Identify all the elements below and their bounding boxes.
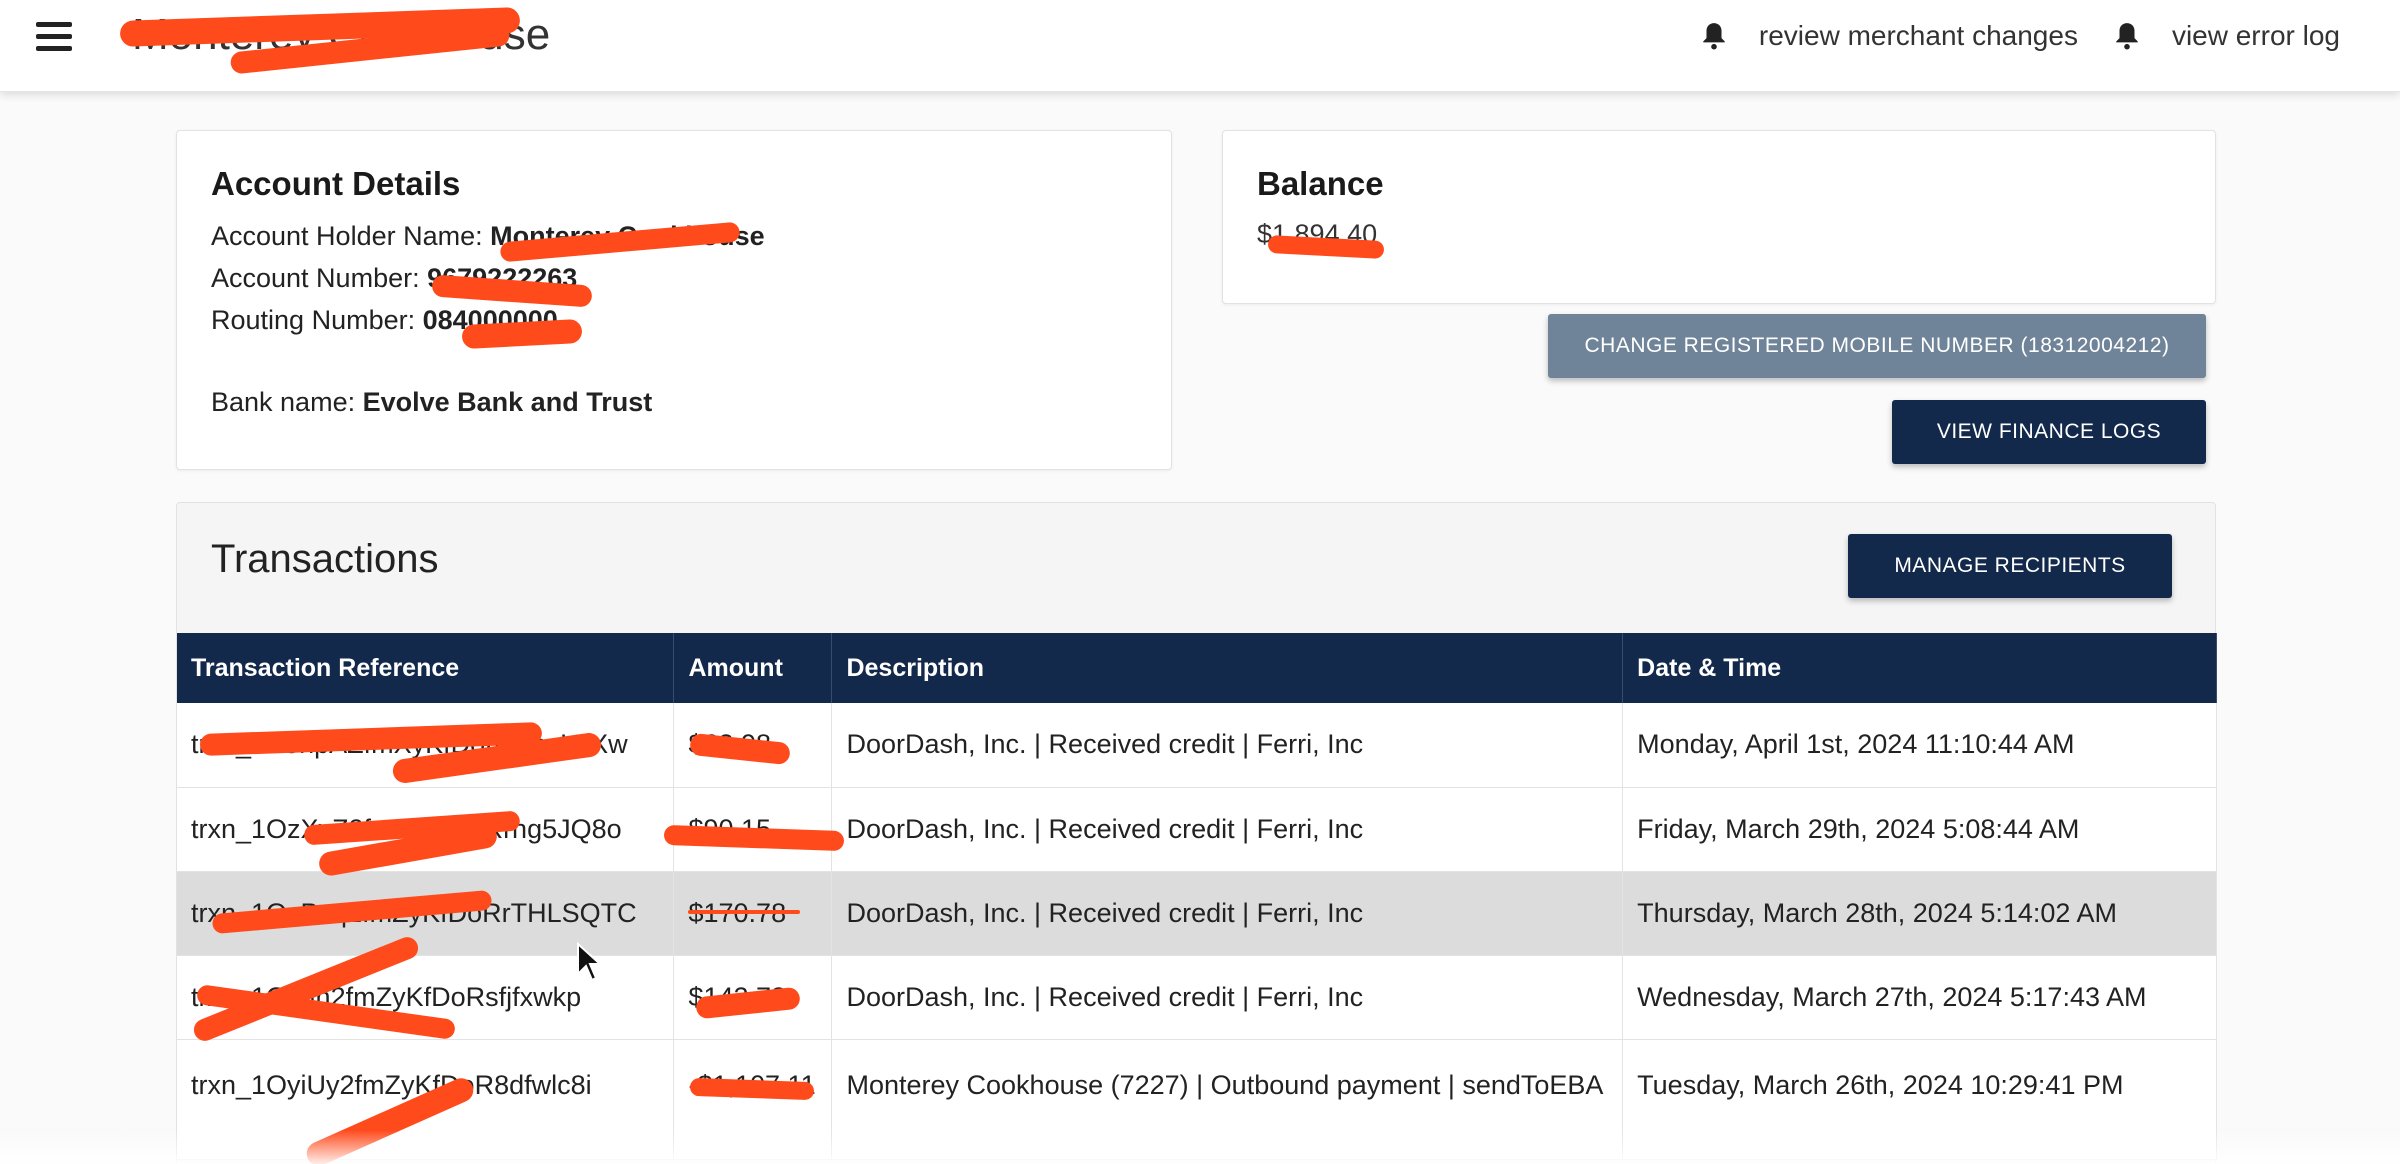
routing-number-row: Routing Number: 084000000	[211, 305, 1137, 335]
mouse-cursor-icon	[577, 942, 603, 982]
view-finance-logs-button[interactable]: VIEW FINANCE LOGS	[1892, 400, 2206, 464]
balance-heading: Balance	[1257, 165, 1384, 202]
review-merchant-changes-label: review merchant changes	[1758, 20, 2078, 51]
account-holder-label: Account Holder Name:	[211, 221, 483, 251]
table-header-row: Transaction Reference Amount Description…	[177, 633, 2217, 703]
balance-card: Balance $1,894.40	[1222, 130, 2216, 304]
bell-icon	[1703, 23, 1725, 50]
column-header-reference[interactable]: Transaction Reference	[177, 633, 675, 703]
bank-name-value: Evolve Bank and Trust	[362, 387, 653, 417]
manage-recipients-button[interactable]: MANAGE RECIPIENTS	[1848, 534, 2172, 598]
bank-name-row: Bank name: Evolve Bank and Trust	[211, 387, 1137, 417]
routing-number-label: Routing Number:	[211, 305, 416, 335]
redaction-mark	[688, 910, 800, 914]
transaction-description: DoorDash, Inc. | Received credit | Ferri…	[831, 787, 1624, 872]
transaction-datetime: Monday, April 1st, 2024 11:10:44 AM	[1622, 703, 2217, 788]
view-error-log-link[interactable]: view error log	[2114, 20, 2340, 52]
column-header-amount[interactable]: Amount	[673, 633, 833, 703]
account-details-heading: Account Details	[211, 165, 461, 202]
balance-value: $1,894.40	[1257, 219, 1378, 249]
bottom-fade	[0, 1130, 2400, 1164]
account-details-card: Account Details Account Holder Name: Mon…	[176, 130, 1172, 470]
account-number-label: Account Number:	[211, 263, 420, 293]
transaction-datetime: Wednesday, March 27th, 2024 5:17:43 AM	[1622, 955, 2217, 1040]
bell-icon	[2116, 23, 2138, 50]
hamburger-menu-icon[interactable]	[36, 22, 72, 54]
transaction-description: DoorDash, Inc. | Received credit | Ferri…	[831, 703, 1624, 788]
transaction-description: DoorDash, Inc. | Received credit | Ferri…	[831, 871, 1624, 956]
bank-name-label: Bank name:	[211, 387, 356, 417]
review-merchant-changes-link[interactable]: review merchant changes	[1701, 20, 2078, 52]
table-row[interactable]: trxn_1OzPxq2fmZyKfDoRrTHLSQTC $170.78 Do…	[177, 871, 2217, 956]
column-header-datetime[interactable]: Date & Time	[1622, 633, 2217, 703]
top-app-bar: Monterey Cookhouse review merchant chang…	[0, 0, 2400, 92]
table-row[interactable]: trxn_1Oyun2fmZyKfDoRsfjfxwkp $142.73 Doo…	[177, 955, 2217, 1040]
transaction-description: DoorDash, Inc. | Received credit | Ferri…	[831, 955, 1624, 1040]
transaction-datetime: Thursday, March 28th, 2024 5:14:02 AM	[1622, 871, 2217, 956]
change-mobile-number-button[interactable]: CHANGE REGISTERED MOBILE NUMBER (1831200…	[1548, 314, 2206, 378]
transaction-datetime: Friday, March 29th, 2024 5:08:44 AM	[1622, 787, 2217, 872]
account-number-row: Account Number: 9679222263	[211, 263, 1137, 293]
column-header-description[interactable]: Description	[831, 633, 1624, 703]
transactions-title: Transactions	[211, 537, 439, 581]
view-error-log-label: view error log	[2171, 20, 2340, 51]
